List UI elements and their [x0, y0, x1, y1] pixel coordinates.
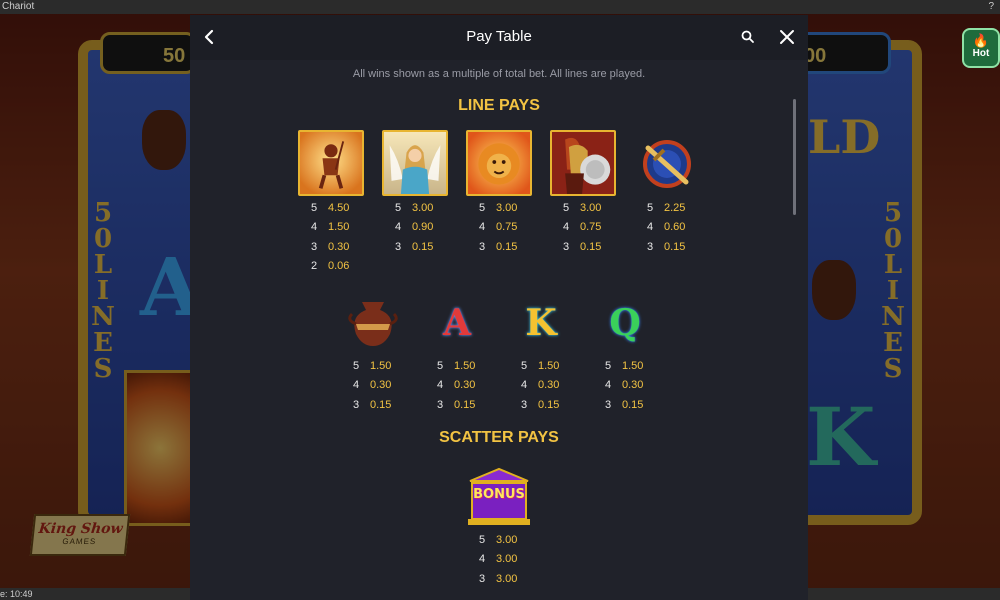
pay-row: 3 0.15: [605, 398, 644, 411]
modal-title: Pay Table: [466, 28, 532, 45]
pays-chariot-warrior: 5 4.50 4 1.50 3 0.30 2 0.06: [311, 199, 349, 277]
vase-symbol-icon: [348, 302, 398, 346]
pay-row: 3 0.15: [647, 240, 686, 253]
pay-row: 3 0.15: [563, 240, 602, 253]
modal-header: Pay Table: [190, 15, 808, 60]
pays-letter-a: 5 1.50 4 0.30 3 0.15: [437, 357, 475, 415]
close-icon: [780, 30, 794, 44]
pay-row: 4 0.30: [521, 379, 560, 392]
pay-row: 4 0.75: [479, 221, 518, 234]
pay-row: 5 1.50: [605, 360, 644, 372]
pays-vase: 5 1.50 4 0.30 3 0.15: [353, 357, 391, 415]
pay-row: 5 1.50: [521, 360, 560, 372]
pay-table-modal: Pay Table All wins shown as a multiple o…: [190, 15, 808, 600]
pay-row: 5 3.00: [479, 202, 518, 214]
paytable-subtitle: All wins shown as a multiple of total be…: [352, 68, 646, 80]
search-button[interactable]: [736, 25, 760, 49]
lion-symbol-icon: [466, 130, 532, 196]
window-title: Chariot: [2, 1, 35, 12]
line-pays-title: LINE PAYS: [458, 97, 540, 114]
pays-letter-q: 5 1.50 4 0.30 3 0.15: [605, 357, 643, 415]
hot-button-label: Hot: [972, 48, 990, 59]
pay-row: 2 0.06: [311, 260, 350, 273]
pay-row: 4 0.30: [353, 379, 392, 392]
pays-shield-sword: 5 2.25 4 0.60 3 0.15: [647, 199, 685, 257]
pay-row: 3 0.30: [311, 240, 350, 253]
pay-row: 4 0.60: [647, 221, 686, 234]
pay-row: 5 4.50: [311, 202, 350, 214]
pays-goddess: 5 3.00 4 0.90 3 0.15: [395, 199, 433, 257]
pay-row: 4 3.00: [479, 553, 518, 566]
shield-sword-symbol-icon: [643, 140, 691, 188]
goddess-symbol-icon: [382, 130, 448, 196]
search-icon: [741, 30, 754, 43]
pay-row: 4 0.30: [437, 379, 476, 392]
pay-row: 4 0.90: [395, 221, 434, 234]
close-button[interactable]: [775, 25, 799, 49]
scrollbar[interactable]: [793, 99, 796, 215]
pay-row: 4 1.50: [311, 221, 350, 234]
pay-row: 4 0.30: [605, 379, 644, 392]
pay-row: 4 0.75: [563, 221, 602, 234]
pays-spartan: 5 3.00 4 0.75 3 0.15: [563, 199, 601, 257]
letter-q-symbol-icon: Q: [609, 302, 641, 344]
pays-lion: 5 3.00 4 0.75 3 0.15: [479, 199, 517, 257]
scatter-pays-title: SCATTER PAYS: [439, 429, 559, 446]
letter-a-symbol-icon: A: [443, 302, 471, 344]
pay-row: 5 2.25: [647, 202, 686, 214]
pay-row: 3 0.15: [521, 398, 560, 411]
hot-button[interactable]: 🔥 Hot: [962, 28, 1000, 68]
bonus-temple-symbol-icon: BONUS: [466, 465, 532, 531]
pay-row: 3 0.15: [353, 398, 392, 411]
pay-row: 3 3.00: [479, 572, 518, 585]
pay-row: 5 1.50: [437, 360, 476, 372]
bonus-label: BONUS: [473, 487, 525, 502]
chariot-warrior-symbol-icon: [298, 130, 364, 196]
flame-icon: 🔥: [972, 33, 990, 48]
pay-row: 5 3.00: [563, 202, 602, 214]
pay-row: 5 1.50: [353, 360, 392, 372]
spartan-symbol-icon: [550, 130, 616, 196]
pay-row: 3 0.15: [437, 398, 476, 411]
pay-row: 3 0.15: [479, 240, 518, 253]
letter-k-symbol-icon: K: [525, 302, 557, 344]
window-titlebar: Chariot ?: [0, 0, 1000, 14]
clock: e: 10:49: [0, 589, 33, 599]
pays-bonus-scatter: 5 3.00 4 3.00 3 3.00: [479, 531, 517, 589]
pay-row: 3 0.15: [395, 240, 434, 253]
pay-row: 5 3.00: [395, 202, 434, 214]
pays-letter-k: 5 1.50 4 0.30 3 0.15: [521, 357, 559, 415]
pay-row: 5 3.00: [479, 534, 518, 546]
help-icon[interactable]: ?: [988, 0, 994, 14]
